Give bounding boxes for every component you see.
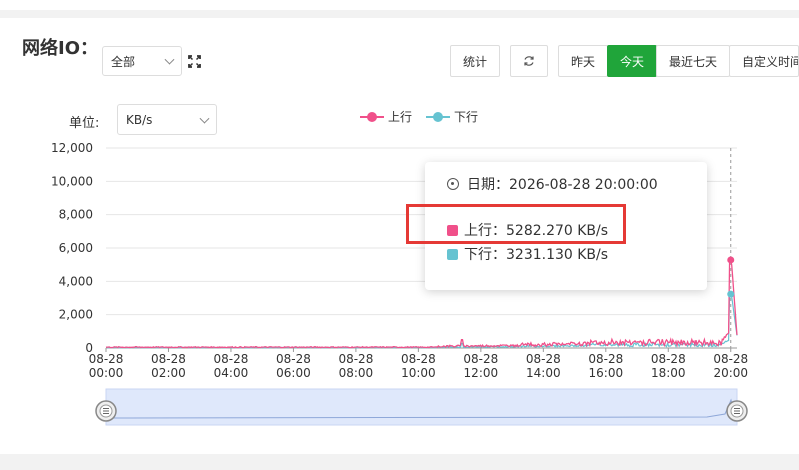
zoom-range-track[interactable] <box>105 388 738 426</box>
x-tick-time: 12:00 <box>464 366 499 380</box>
x-tick-date: 08-28 <box>276 352 311 366</box>
highlight-box <box>406 204 626 244</box>
y-tick-label: 8,000 <box>59 208 93 222</box>
y-tick-label: 6,000 <box>59 241 93 255</box>
x-tick-time: 14:00 <box>526 366 561 380</box>
tooltip-down-swatch <box>447 248 458 260</box>
x-tick-date: 08-28 <box>338 352 373 366</box>
y-tick-label: 2,000 <box>59 308 93 322</box>
x-tick-date: 08-28 <box>588 352 623 366</box>
x-tick-time: 00:00 <box>89 366 124 380</box>
series-down-line <box>106 293 738 349</box>
x-tick-date: 08-28 <box>401 352 436 366</box>
x-tick-date: 08-28 <box>89 352 124 366</box>
series-down-peak-point <box>727 290 735 298</box>
x-tick-time: 06:00 <box>276 366 311 380</box>
x-tick-date: 08-28 <box>526 352 561 366</box>
x-tick-time: 08:00 <box>339 366 374 380</box>
tooltip-date: 日期：2026-08-28 20:00:00 <box>467 177 658 193</box>
zoom-handle-right[interactable] <box>726 400 748 422</box>
x-tick-time: 20:00 <box>713 366 748 380</box>
x-tick-date: 08-28 <box>713 352 748 366</box>
x-tick-time: 10:00 <box>401 366 436 380</box>
x-tick-date: 08-28 <box>214 352 249 366</box>
tooltip-date-row: 日期：2026-08-28 20:00:00 <box>447 174 658 194</box>
x-tick-time: 16:00 <box>589 366 624 380</box>
tooltip-down-value: 下行：3231.130 KB/s <box>464 247 609 263</box>
y-tick-label: 12,000 <box>51 141 93 155</box>
y-tick-label: 10,000 <box>51 174 93 188</box>
zoom-handle-left[interactable] <box>95 400 117 422</box>
series-up-peak-point <box>727 256 735 264</box>
x-tick-time: 04:00 <box>214 366 249 380</box>
tooltip-down-row: 下行：3231.130 KB/s <box>447 244 608 264</box>
x-tick-time: 18:00 <box>651 366 686 380</box>
x-tick-date: 08-28 <box>151 352 186 366</box>
x-tick-time: 02:00 <box>151 366 186 380</box>
y-tick-label: 4,000 <box>59 274 93 288</box>
x-tick-date: 08-28 <box>463 352 498 366</box>
x-tick-date: 08-28 <box>651 352 686 366</box>
clock-icon <box>447 178 459 190</box>
